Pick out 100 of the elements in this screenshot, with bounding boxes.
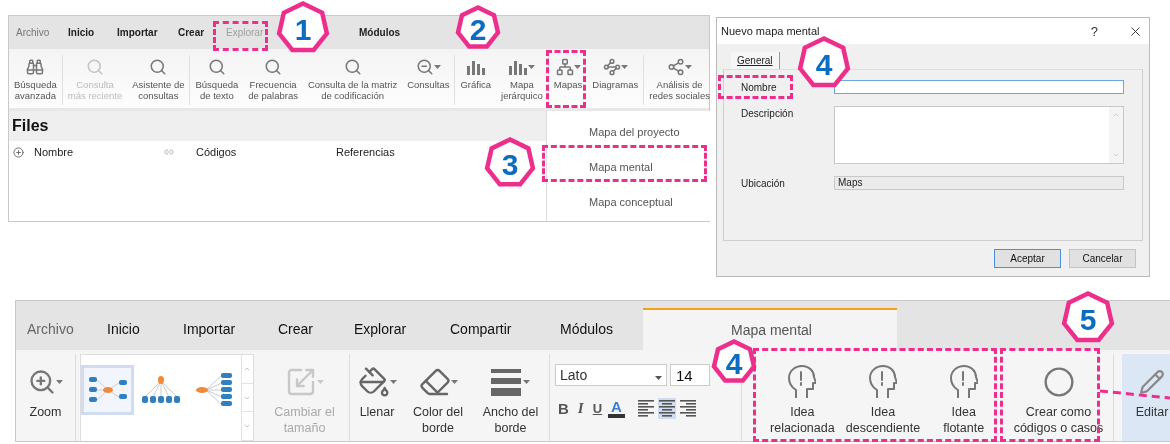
font-size-field[interactable]: 14 [670,364,710,386]
column-header[interactable]: Referencias [336,146,436,158]
ribbon-tab[interactable]: Inicio [107,308,183,350]
ribbon-tab[interactable]: Módulos [356,27,416,38]
menu-item[interactable]: Mapa conceptual [547,184,710,219]
ribbon-button[interactable]: Crear como códigos o casos [1004,354,1113,441]
ribbon-tab[interactable]: Mapa mental [643,308,897,350]
column-header[interactable]: Nombre [34,146,164,158]
edit-button[interactable]: Editar [1122,354,1170,441]
right-layout-icon [194,372,235,408]
hierarchy-icon [555,58,574,76]
field-label: Nombre [741,81,778,94]
resize-icon [285,366,317,398]
caret-icon [523,380,530,384]
align-button[interactable] [657,398,676,419]
caret-icon [620,65,628,69]
line-width-icon [491,367,523,397]
head-exclamation-icon [788,365,817,399]
caret-icon [389,380,397,384]
ribbon-tab[interactable]: Inicio [65,27,114,38]
caret-icon [317,380,324,384]
ribbon-tab[interactable]: Crear [175,27,223,38]
layout-option[interactable] [81,365,135,415]
search-icon [86,58,104,76]
connected-nodes-icon [667,58,686,76]
caret-icon [685,65,693,69]
bar-chart-icon [508,58,529,76]
ribbon-button[interactable]: Mapas [547,55,588,105]
bar-chart-icon [465,58,486,76]
menu-item[interactable]: Mapa mental [547,149,710,184]
caret-icon [655,376,662,380]
align-button[interactable] [678,398,697,419]
pencil-icon [1139,369,1165,395]
search-icon [264,58,283,76]
ribbon-button[interactable]: Idea relacionada [762,354,843,441]
column-header[interactable]: Códigos [196,146,336,158]
dialog-tab[interactable]: General [731,52,780,69]
highlight-frame [213,21,268,51]
name-field[interactable] [834,80,1124,94]
ribbon-button[interactable]: Búsqueda de texto [189,55,244,105]
align-right-icon [679,400,696,417]
menu-item[interactable]: Mapa del proyecto [547,114,710,149]
balanced-layout-icon [87,375,128,405]
pane-title: Files [12,117,49,135]
caret-icon [56,380,63,384]
ribbon-button[interactable]: Mapa jerárquico [496,55,548,105]
circle-icon [1042,366,1075,398]
location-field[interactable]: Maps [834,176,1124,190]
expand-icon[interactable] [13,146,24,158]
ribbon-button[interactable]: Asistente de consultas [127,55,190,105]
ribbon-button[interactable]: Color del borde [404,354,472,441]
zoom-out-icon [415,58,434,76]
ribbon-tab[interactable]: Crear [278,308,354,350]
format-button[interactable]: I [574,400,587,417]
caret-icon [433,65,441,69]
search-icon [343,58,362,76]
ribbon-button[interactable]: Frecuencia de palabras [243,55,303,105]
ribbon-button[interactable]: Consultas [402,55,455,105]
format-button[interactable]: A [608,399,625,418]
field-label: Descripción [741,107,795,121]
ribbon-tab[interactable]: Explorar [354,308,450,350]
dialog-button[interactable]: Cancelar [1069,249,1136,268]
ribbon-button[interactable]: Ancho del borde [472,354,549,441]
search-icon [207,58,226,76]
ribbon-button[interactable]: Idea flotante [923,354,1004,441]
head-exclamation-icon [949,365,978,399]
ribbon-tab[interactable]: Archivo [13,27,65,38]
ribbon-button[interactable]: Consulta de la matriz de codificación [302,55,403,105]
align-center-icon [658,400,675,417]
caret-icon [528,65,536,69]
node-graph-icon [602,58,621,76]
ribbon-tab[interactable]: Importar [114,27,175,38]
ribbon-button[interactable]: Búsqueda avanzada [9,55,62,105]
search-icon [149,58,168,76]
binoculars-icon [26,58,45,76]
ribbon-tab[interactable]: Importar [183,308,278,350]
ribbon-button[interactable]: Diagramas [587,55,644,105]
field-label: Ubicación [741,177,786,190]
font-family-select[interactable]: Lato [555,364,667,386]
format-button[interactable]: B [555,400,572,417]
eraser-icon [418,366,451,398]
ribbon-button[interactable]: Idea descendiente [842,354,924,441]
ribbon-tab[interactable]: Archivo [27,308,107,350]
ribbon-tab[interactable]: Compartir [450,308,560,350]
link-icon [164,147,174,157]
ribbon-button[interactable]: Llenar [350,354,404,441]
dialog-title: Nuevo mapa mental [721,25,821,37]
caret-icon [573,65,581,69]
ribbon-tab[interactable]: Módulos [560,308,643,350]
tree-layout-icon [140,375,181,405]
format-button[interactable]: U [589,401,606,416]
head-exclamation-icon [869,365,897,399]
paint-bucket-icon [357,366,390,398]
ribbon-button[interactable]: Análisis de redes sociales [643,55,710,105]
zoom-button[interactable]: Zoom [16,354,75,441]
align-button[interactable] [636,398,655,419]
highlight-frame [546,50,586,108]
ribbon-button[interactable]: Gráfica [454,55,497,105]
dialog-button[interactable]: Aceptar [994,249,1061,268]
help-button[interactable]: ? [1090,23,1098,39]
